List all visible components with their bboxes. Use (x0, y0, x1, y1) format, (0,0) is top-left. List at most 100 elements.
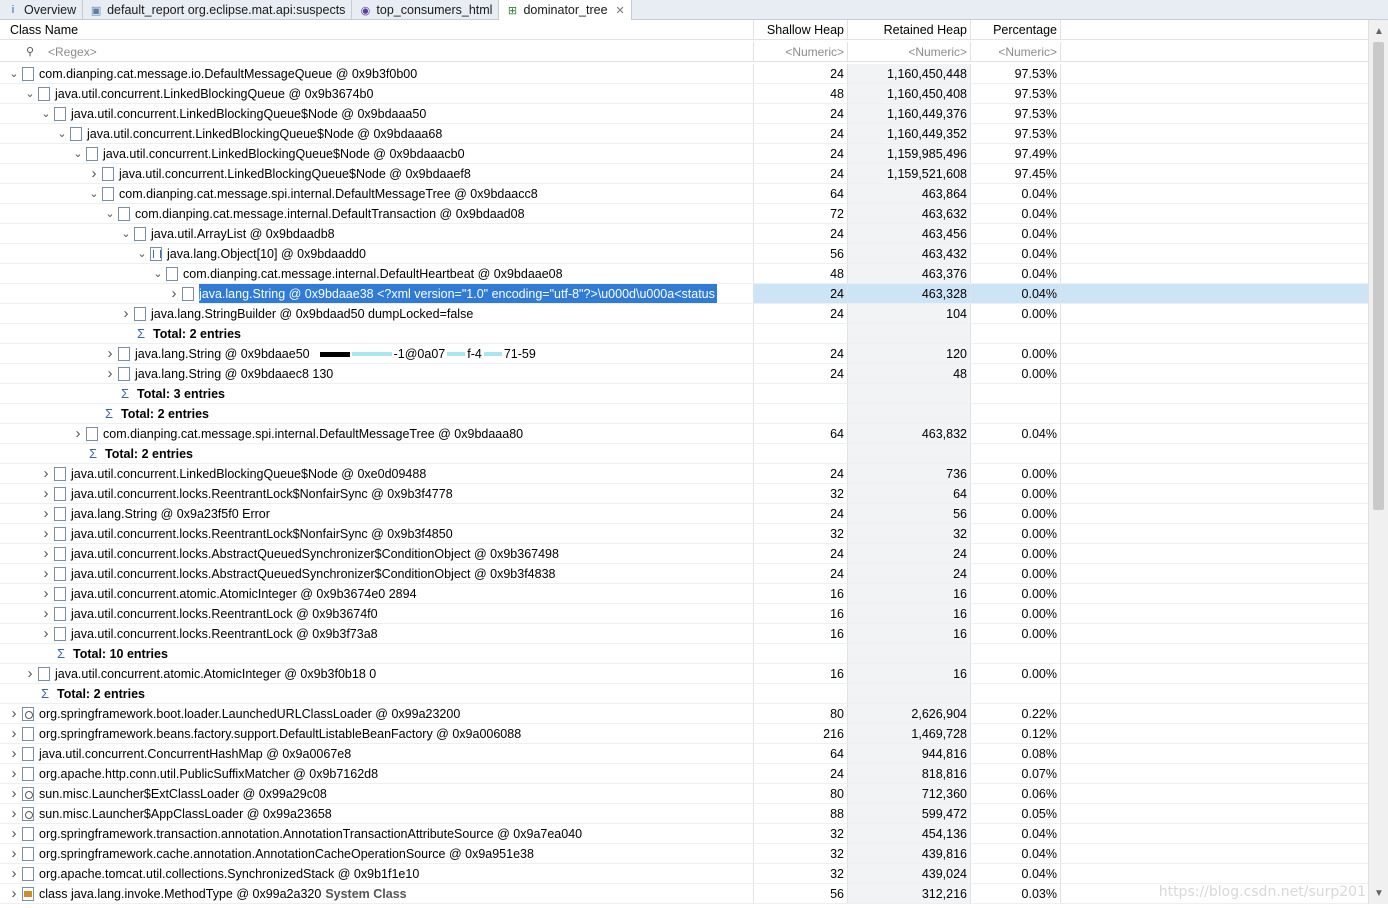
tree-row[interactable]: › org.springframework.transaction.annotat… (0, 824, 1368, 844)
percentage-filter[interactable]: <Numeric> (971, 42, 1061, 62)
expand-chevron-icon[interactable]: › (38, 604, 54, 623)
tree-row[interactable]: › sun.misc.Launcher$AppClassLoader @ 0x99… (0, 804, 1368, 824)
expand-chevron-icon[interactable]: › (6, 884, 22, 903)
tree-row[interactable]: ⌄ com.dianping.cat.message.internal.Defau… (0, 264, 1368, 284)
tree-row[interactable]: ⌄ com.dianping.cat.message.io.DefaultMess… (0, 64, 1368, 84)
class-name-filter[interactable]: ⚲ <Regex> (0, 42, 754, 62)
tree-row[interactable]: ⌄ com.dianping.cat.message.internal.Defau… (0, 204, 1368, 224)
tree-row[interactable]: › com.dianping.cat.message.spi.internal.D… (0, 424, 1368, 444)
expand-chevron-icon[interactable]: › (38, 504, 54, 523)
expand-chevron-icon[interactable]: › (166, 284, 182, 303)
tree-row[interactable]: › java.util.concurrent.locks.AbstractQueu… (0, 544, 1368, 564)
expand-chevron-icon[interactable]: › (6, 724, 22, 743)
tree-node: › java.lang.String @ 0x9bdaae38 <?xml ver… (166, 284, 717, 303)
row-filler (1061, 364, 1368, 384)
tree-row[interactable]: › java.util.concurrent.locks.ReentrantLoc… (0, 524, 1368, 544)
expand-chevron-icon[interactable]: › (38, 464, 54, 483)
tree-row[interactable]: › org.apache.http.conn.util.PublicSuffixM… (0, 764, 1368, 784)
tree-row[interactable]: ⌄ java.util.concurrent.LinkedBlockingQueu… (0, 124, 1368, 144)
collapse-chevron-icon[interactable]: ⌄ (22, 84, 38, 103)
total-row[interactable]: Σ Total: 2 entries (0, 324, 1368, 344)
tree-row[interactable]: › class java.lang.invoke.MethodType @ 0x9… (0, 884, 1368, 904)
tree-row[interactable]: › java.util.concurrent.atomic.AtomicInteg… (0, 664, 1368, 684)
column-header-retained-heap[interactable]: Retained Heap (848, 20, 971, 40)
collapse-chevron-icon[interactable]: ⌄ (118, 224, 134, 243)
expand-chevron-icon[interactable]: › (38, 624, 54, 643)
tree-row[interactable]: › java.util.concurrent.locks.ReentrantLoc… (0, 604, 1368, 624)
expand-chevron-icon[interactable]: › (38, 584, 54, 603)
tree-row[interactable]: › org.springframework.boot.loader.Launche… (0, 704, 1368, 724)
scrollbar-thumb[interactable] (1373, 42, 1384, 510)
collapse-chevron-icon[interactable]: ⌄ (6, 64, 22, 83)
shallow-heap-cell: 32 (754, 824, 848, 844)
column-header-shallow-heap[interactable]: Shallow Heap (754, 20, 848, 40)
tree-row[interactable]: › sun.misc.Launcher$ExtClassLoader @ 0x99… (0, 784, 1368, 804)
collapse-chevron-icon[interactable]: ⌄ (70, 144, 86, 163)
column-header-percentage[interactable]: Percentage (971, 20, 1061, 40)
total-row[interactable]: Σ Total: 2 entries (0, 684, 1368, 704)
class-name-cell: › java.util.concurrent.ConcurrentHashMap … (0, 744, 754, 764)
tree-row[interactable]: › java.util.concurrent.ConcurrentHashMap … (0, 744, 1368, 764)
collapse-chevron-icon[interactable]: ⌄ (134, 244, 150, 263)
close-tab-icon[interactable]: ✕ (616, 4, 625, 17)
tree-row[interactable]: › java.lang.String @ 0x9bdaae50 -1@0a07 f-4… (0, 344, 1368, 364)
expand-chevron-icon[interactable]: › (6, 804, 22, 823)
expand-chevron-icon[interactable]: › (6, 704, 22, 723)
expand-chevron-icon[interactable]: › (6, 784, 22, 803)
tree-row[interactable]: ⌄ java.util.concurrent.LinkedBlockingQueu… (0, 144, 1368, 164)
expand-chevron-icon[interactable]: › (6, 824, 22, 843)
tree-row[interactable]: › java.lang.String @ 0x9bdaaec8 130 24 48 0.… (0, 364, 1368, 384)
total-row[interactable]: Σ Total: 2 entries (0, 404, 1368, 424)
total-row[interactable]: Σ Total: 10 entries (0, 644, 1368, 664)
scroll-down-icon[interactable]: ▼ (1369, 884, 1388, 902)
tree-row[interactable]: › java.lang.StringBuilder @ 0x9bdaad50 du… (0, 304, 1368, 324)
scroll-up-icon[interactable]: ▲ (1369, 22, 1388, 40)
tree-row[interactable]: ⌄ java.util.concurrent.LinkedBlockingQueu… (0, 84, 1368, 104)
tree-row[interactable]: ⌄ com.dianping.cat.message.spi.internal.D… (0, 184, 1368, 204)
tree-row[interactable]: › java.util.concurrent.LinkedBlockingQueu… (0, 464, 1368, 484)
total-row[interactable]: Σ Total: 3 entries (0, 384, 1368, 404)
retained-heap-filter[interactable]: <Numeric> (848, 42, 971, 62)
collapse-chevron-icon[interactable]: ⌄ (102, 204, 118, 223)
expand-chevron-icon[interactable]: › (38, 524, 54, 543)
tree-row[interactable]: › org.springframework.cache.annotation.An… (0, 844, 1368, 864)
tab-0[interactable]: i Overview (0, 0, 84, 20)
expand-chevron-icon[interactable]: › (86, 164, 102, 183)
collapse-chevron-icon[interactable]: ⌄ (38, 104, 54, 123)
tree-row[interactable]: ⌄ java.lang.Object[10] @ 0x9bdaadd0 56 463,… (0, 244, 1368, 264)
tree-row[interactable]: ⌄ java.util.concurrent.LinkedBlockingQueu… (0, 104, 1368, 124)
tree-row[interactable]: › java.util.concurrent.LinkedBlockingQueu… (0, 164, 1368, 184)
tree-row[interactable]: › java.util.concurrent.locks.AbstractQueu… (0, 564, 1368, 584)
total-row[interactable]: Σ Total: 2 entries (0, 444, 1368, 464)
expand-chevron-icon[interactable]: › (102, 364, 118, 383)
tab-2[interactable]: ◉ top_consumers_html (352, 0, 500, 20)
tab-3[interactable]: ⊞ dominator_tree ✕ (499, 0, 632, 21)
tree-row[interactable]: › java.lang.String @ 0x9a23f5f0 Error 24 56… (0, 504, 1368, 524)
expand-chevron-icon[interactable]: › (6, 844, 22, 863)
expand-chevron-icon[interactable]: › (6, 764, 22, 783)
vertical-scrollbar[interactable]: ▲ ▼ (1368, 20, 1388, 904)
expand-chevron-icon[interactable]: › (102, 344, 118, 363)
tree-row[interactable]: › org.apache.tomcat.util.collections.Sync… (0, 864, 1368, 884)
expand-chevron-icon[interactable]: › (70, 424, 86, 443)
tree-row[interactable]: › java.lang.String @ 0x9bdaae38 <?xml ver… (0, 284, 1368, 304)
redaction-mark (447, 352, 466, 356)
column-header-class-name[interactable]: Class Name (0, 20, 754, 40)
expand-chevron-icon[interactable]: › (38, 564, 54, 583)
tab-1[interactable]: ▣ default_report org.eclipse.mat.api:susp… (83, 0, 353, 20)
collapse-chevron-icon[interactable]: ⌄ (150, 264, 166, 283)
expand-chevron-icon[interactable]: › (6, 864, 22, 883)
expand-chevron-icon[interactable]: › (6, 744, 22, 763)
expand-chevron-icon[interactable]: › (38, 544, 54, 563)
tree-row[interactable]: › java.util.concurrent.locks.ReentrantLoc… (0, 484, 1368, 504)
tree-row[interactable]: › org.springframework.beans.factory.suppo… (0, 724, 1368, 744)
expand-chevron-icon[interactable]: › (118, 304, 134, 323)
collapse-chevron-icon[interactable]: ⌄ (54, 124, 70, 143)
tree-row[interactable]: ⌄ java.util.ArrayList @ 0x9bdaadb8 24 463,4… (0, 224, 1368, 244)
expand-chevron-icon[interactable]: › (38, 484, 54, 503)
expand-chevron-icon[interactable]: › (22, 664, 38, 683)
tree-row[interactable]: › java.util.concurrent.atomic.AtomicInteg… (0, 584, 1368, 604)
shallow-heap-filter[interactable]: <Numeric> (754, 42, 848, 62)
tree-row[interactable]: › java.util.concurrent.locks.ReentrantLoc… (0, 624, 1368, 644)
collapse-chevron-icon[interactable]: ⌄ (86, 184, 102, 203)
